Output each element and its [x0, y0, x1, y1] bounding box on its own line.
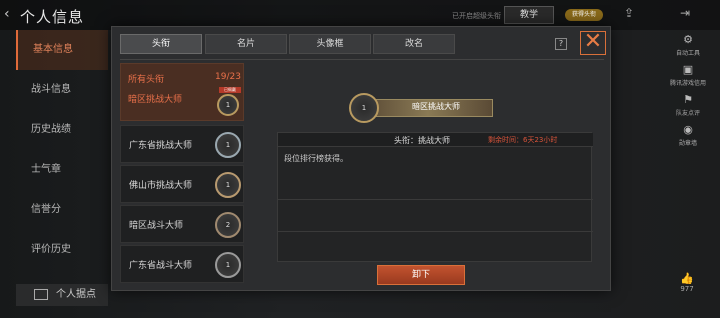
thumbs-up-icon: 👍 — [680, 272, 694, 285]
list-item[interactable]: 佛山市挑战大师 1 — [120, 165, 244, 203]
teammate-review-button[interactable]: ⚑ 队友点评 — [660, 92, 716, 122]
medal-icon: 2 — [215, 212, 241, 238]
list-item-title: 广东省战斗大师 — [129, 261, 193, 271]
title-label: 头衔：挑战大师 — [394, 136, 450, 145]
personal-base-label: 个人据点 — [56, 289, 96, 300]
nav-item-basic-info[interactable]: 基本信息 — [16, 30, 108, 70]
info-header: 头衔：挑战大师 剩余时间：6天23小时 — [278, 133, 593, 147]
image-icon — [34, 289, 48, 300]
medal-icon: 1 — [215, 252, 241, 278]
help-button[interactable]: ? — [555, 38, 567, 50]
top-hint: 已开启超级头衔 — [452, 12, 501, 20]
nav-item-morale[interactable]: 士气章 — [16, 150, 108, 190]
list-item-title: 佛山市挑战大师 — [129, 181, 193, 191]
list-item[interactable]: 广东省挑战大师 1 — [120, 125, 244, 163]
credit-label: 腾讯游戏信用 — [669, 80, 706, 87]
banner-title: 暗区挑战大师 — [412, 102, 460, 111]
close-icon: ✕ — [583, 29, 603, 54]
equipped-tag: 已佩戴 — [219, 87, 241, 93]
nav-item-credit[interactable]: 信誉分 — [16, 190, 108, 230]
banner-medal-icon: 1 — [349, 93, 379, 123]
tab-card[interactable]: 名片 — [205, 34, 287, 54]
tab-title[interactable]: 头衔 — [120, 34, 202, 54]
divider — [120, 59, 604, 60]
medal-icon: 1 — [215, 132, 241, 158]
divider — [278, 231, 593, 232]
nav-item-history[interactable]: 历史战绩 — [16, 110, 108, 150]
flag-icon: ⚑ — [683, 93, 693, 106]
lock-icon: ▣ — [682, 63, 694, 76]
nav-item-review-history[interactable]: 评价历史 — [16, 230, 108, 270]
tab-avatar-frame[interactable]: 头像框 — [289, 34, 371, 54]
medal-icon: 1 — [215, 172, 241, 198]
like-count: 977 — [680, 285, 694, 293]
title-list-header[interactable]: 所有头衔 19/23 暗区挑战大师 已佩戴 1 — [120, 63, 244, 121]
get-title-button[interactable]: 获得头衔 — [565, 9, 603, 21]
title-list: 所有头衔 19/23 暗区挑战大师 已佩戴 1 广东省挑战大师 1 佛山市挑战大… — [120, 63, 244, 287]
nav-item-battle-info[interactable]: 战斗信息 — [16, 70, 108, 110]
auto-tool-button[interactable]: ⚙ 自动工具 — [660, 32, 716, 62]
remaining-time: 剩余时间：6天23小时 — [488, 136, 558, 144]
title-info-panel: 头衔：挑战大师 剩余时间：6天23小时 段位排行榜获得。 — [277, 132, 593, 262]
medal-icon: ◉ — [683, 123, 693, 136]
teammate-review-label: 队友点评 — [675, 110, 700, 117]
like-button[interactable]: 👍 977 — [672, 272, 702, 300]
exit-icon[interactable]: ⇥ — [680, 6, 696, 20]
divider — [278, 199, 593, 200]
teach-button[interactable]: 教学 — [504, 6, 554, 24]
title-description: 段位排行榜获得。 — [284, 154, 348, 163]
list-item[interactable]: 广东省战斗大师 1 — [120, 245, 244, 283]
gear-icon: ⚙ — [683, 33, 693, 46]
title-banner: 1 暗区挑战大师 — [347, 93, 497, 123]
medal-wall-button[interactable]: ◉ 勋章墙 — [660, 122, 716, 152]
equipped-title: 暗区挑战大师 — [128, 95, 183, 105]
medal-wall-label: 勋章墙 — [678, 140, 697, 147]
left-nav: 基本信息 战斗信息 历史战绩 士气章 信誉分 评价历史 — [16, 30, 108, 290]
medal-icon: 1 — [217, 94, 239, 116]
share-icon[interactable]: ⇪ — [624, 6, 640, 20]
title-dialog: 头衔 名片 头像框 改名 ? ✕ 所有头衔 19/23 暗区挑战大师 已佩戴 1… — [111, 26, 611, 291]
back-arrow-icon[interactable]: ‹ — [4, 6, 16, 22]
auto-tool-label: 自动工具 — [675, 50, 700, 57]
close-button[interactable]: ✕ — [580, 31, 606, 55]
right-bar: ⚙ 自动工具 ▣ 腾讯游戏信用 ⚑ 队友点评 ◉ 勋章墙 — [660, 30, 716, 150]
title-detail: 1 暗区挑战大师 头衔：挑战大师 剩余时间：6天23小时 段位排行榜获得。 卸下 — [277, 63, 593, 287]
credit-button[interactable]: ▣ 腾讯游戏信用 — [660, 62, 716, 92]
page-title: 个人信息 — [20, 8, 85, 26]
personal-base-button[interactable]: 个人据点 — [16, 284, 108, 306]
list-item-title: 暗区战斗大师 — [129, 221, 184, 231]
list-item[interactable]: 暗区战斗大师 2 — [120, 205, 244, 243]
list-item-title: 广东省挑战大师 — [129, 141, 193, 151]
tab-rename[interactable]: 改名 — [373, 34, 455, 54]
equipped-badge: 已佩戴 1 — [217, 87, 241, 116]
unequip-button[interactable]: 卸下 — [377, 265, 465, 285]
all-titles-label: 所有头衔 — [128, 75, 165, 85]
title-count: 19/23 — [215, 72, 241, 82]
